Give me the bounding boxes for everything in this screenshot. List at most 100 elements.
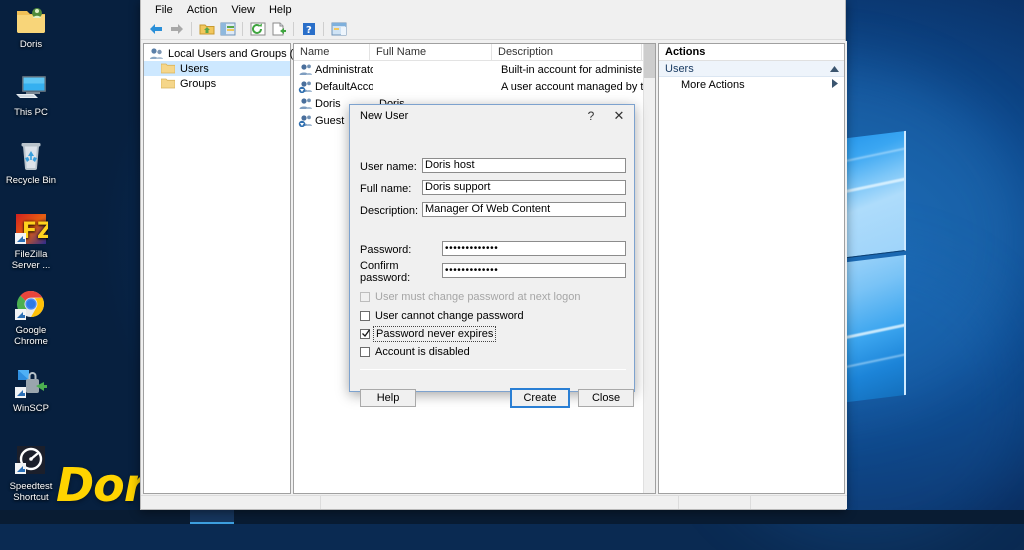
checkbox-user-must-change-password: User must change password at next logon (360, 290, 580, 304)
forward-icon[interactable] (167, 20, 186, 38)
table-row[interactable]: DefaultAcco... A user account managed by… (294, 78, 655, 95)
menu-bar: File Action View Help (141, 0, 845, 19)
tree-item-groups[interactable]: Groups (144, 76, 290, 91)
desktop-icon-label: WinSCP (13, 403, 49, 414)
user-name-label: User name: (360, 161, 417, 173)
checkbox-account-is-disabled[interactable]: Account is disabled (360, 345, 470, 359)
checkbox-box[interactable] (360, 311, 370, 321)
menu-action[interactable]: Action (180, 2, 225, 18)
checkbox-password-never-expires[interactable]: Password never expires (360, 326, 497, 342)
taskbar-active-item[interactable] (190, 510, 234, 524)
checkbox-box[interactable] (360, 347, 370, 357)
password-label: Password: (360, 244, 412, 256)
checkbox-label: User must change password at next logon (375, 291, 581, 303)
back-icon[interactable] (146, 20, 165, 38)
toolbar-separator (293, 22, 294, 36)
check-icon (362, 329, 371, 338)
user-name-input[interactable]: Doris host (422, 158, 626, 173)
desktop-icon-speedtest-shortcut[interactable]: Speedtest Shortcut (2, 444, 60, 503)
tree-item-root[interactable]: Local Users and Groups (Local) (144, 46, 323, 61)
password-input[interactable]: ••••••••••••• (442, 241, 626, 256)
actions-section-label: Users (665, 62, 694, 75)
desktop-icon-recycle-bin[interactable]: Recycle Bin (2, 138, 60, 186)
folder-icon (160, 77, 176, 90)
toolbar-separator (191, 22, 192, 36)
description-input[interactable]: Manager Of Web Content (422, 202, 626, 217)
user-icon (298, 97, 312, 110)
desktop-icon-label: This PC (14, 107, 48, 118)
dialog-title: New User (360, 110, 409, 122)
desktop-icon-winscp[interactable]: WinSCP (2, 366, 60, 414)
cell-name: Administrator (315, 63, 373, 76)
monitor-icon (14, 70, 48, 104)
status-panel-4 (751, 496, 847, 509)
show-action-pane-icon[interactable] (329, 20, 348, 38)
tree-item-label: Users (180, 62, 209, 75)
checkbox-user-cannot-change-password[interactable]: User cannot change password (360, 309, 524, 323)
chevron-up-icon[interactable] (830, 63, 839, 75)
checkbox-label: User cannot change password (375, 310, 524, 322)
description-label: Description: (360, 205, 419, 217)
close-button[interactable]: Close (578, 389, 634, 407)
status-panel-3 (679, 496, 751, 509)
dialog-separator (360, 369, 626, 370)
new-user-dialog: New User ? ✕ User name: Doris host Full … (349, 104, 635, 408)
column-header-name[interactable]: Name (294, 44, 370, 60)
help-question-icon[interactable]: ? (578, 105, 604, 127)
speedtest-icon (14, 444, 48, 478)
actions-section-users[interactable]: Users (659, 61, 844, 77)
scrollbar-thumb[interactable] (644, 44, 655, 78)
cell-name: DefaultAcco... (315, 80, 373, 93)
desktop-icon-doris[interactable]: Doris (2, 2, 60, 50)
column-header-description[interactable]: Description (492, 44, 642, 60)
user-disabled-icon (298, 114, 312, 128)
help-button[interactable]: Help (360, 389, 416, 407)
toolbar-separator (323, 22, 324, 36)
recycle-bin-icon (14, 138, 48, 172)
menu-view[interactable]: View (224, 2, 262, 18)
export-list-icon[interactable] (269, 20, 288, 38)
create-button[interactable]: Create (510, 388, 570, 408)
cell-description: A user account managed by the s... (501, 80, 655, 93)
help-icon[interactable]: ? (299, 20, 318, 38)
filezilla-icon: FZ (14, 212, 53, 246)
cell-description: Built-in account for administering... (501, 63, 655, 76)
confirm-password-label: Confirm password: (360, 260, 411, 284)
actions-pane: Actions Users More Actions (658, 43, 845, 494)
chrome-icon (14, 288, 48, 322)
desktop-icon-filezilla-server[interactable]: FZ FileZilla Server ... (2, 212, 60, 271)
tool-bar: ? (141, 19, 845, 40)
refresh-icon[interactable] (248, 20, 267, 38)
menu-help[interactable]: Help (262, 2, 299, 18)
tree-item-users[interactable]: Users (144, 61, 290, 76)
list-scrollbar[interactable] (643, 44, 655, 493)
table-row[interactable]: Administrator Built-in account for admin… (294, 61, 655, 78)
checkbox-box (360, 292, 370, 302)
user-icon (298, 63, 312, 76)
column-header-full-name[interactable]: Full Name (370, 44, 492, 60)
checkbox-box[interactable] (360, 329, 371, 339)
action-more-actions[interactable]: More Actions (659, 77, 844, 93)
desktop-icon-label: Speedtest Shortcut (9, 481, 53, 503)
taskbar[interactable] (0, 510, 1024, 524)
actions-title: Actions (659, 44, 844, 61)
list-header: Name Full Name Description (294, 44, 655, 61)
svg-text:?: ? (306, 25, 312, 36)
confirm-password-input[interactable]: ••••••••••••• (442, 263, 626, 278)
checkbox-label: Account is disabled (375, 346, 470, 358)
folder-icon (160, 62, 176, 75)
status-panel-1 (141, 496, 321, 509)
menu-file[interactable]: File (148, 2, 180, 18)
up-folder-icon[interactable] (197, 20, 216, 38)
winscp-icon (14, 366, 48, 400)
desktop-icon-label: FileZilla Server ... (11, 249, 51, 271)
close-icon[interactable]: ✕ (604, 105, 634, 127)
desktop-icon-google-chrome[interactable]: Google Chrome (2, 288, 60, 347)
full-name-input[interactable]: Doris support (422, 180, 626, 195)
dialog-title-bar[interactable]: New User ? ✕ (350, 105, 634, 127)
show-tree-icon[interactable] (218, 20, 237, 38)
desktop-icon-label: Doris (19, 39, 43, 50)
chevron-right-icon[interactable] (832, 79, 838, 91)
status-bar (141, 495, 847, 509)
desktop-icon-this-pc[interactable]: This PC (2, 70, 60, 118)
